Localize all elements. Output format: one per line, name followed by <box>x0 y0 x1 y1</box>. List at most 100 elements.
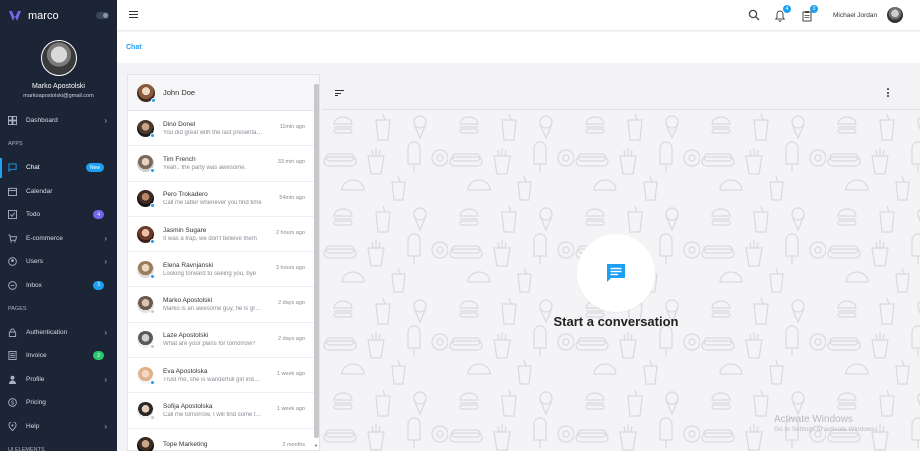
chat-timestamp: 2 months <box>282 441 305 448</box>
notifications-count-badge: 4 <box>783 5 791 13</box>
away-status-icon <box>150 309 155 315</box>
sidebar-profile: Marko Apostolski markoapostolski@gmail.c… <box>0 31 117 99</box>
sidebar-toggle[interactable] <box>96 12 109 19</box>
sidebar-item-pricing[interactable]: $ Pricing <box>0 391 117 415</box>
avatar <box>137 437 154 451</box>
top-bar: 4 3 Michael Jordan <box>117 0 920 31</box>
chevron-right-icon: › <box>104 116 107 126</box>
chat-list-item[interactable]: Laze Apostolski What are your plans for t… <box>128 323 319 359</box>
chat-last-message: You did great with the last presentation <box>163 129 263 136</box>
chat-last-message: It was a trap, we don't believe them <box>163 235 257 242</box>
chat-list-item[interactable]: Sofija Apostolska Call me tomorrow, I wil… <box>128 393 319 429</box>
notifications-button[interactable]: 4 <box>774 5 791 22</box>
chevron-right-icon: › <box>104 327 107 337</box>
online-status-icon <box>150 132 155 138</box>
chat-list-item[interactable]: Tim French Yeah.. the party was awesome. … <box>128 146 319 182</box>
chat-contact-name: Laze Apostolski <box>163 332 209 340</box>
message-icon <box>607 264 625 282</box>
avatar <box>137 366 155 385</box>
sidebar-item-help[interactable]: Help › <box>0 415 117 439</box>
chat-contact-name: Dino Donel <box>163 120 196 128</box>
chevron-right-icon: › <box>104 257 107 267</box>
more-vertical-icon[interactable] <box>887 88 890 97</box>
tasks-count-badge: 3 <box>810 5 818 13</box>
sidebar-item-users[interactable]: Users › <box>0 250 117 274</box>
avatar[interactable] <box>40 40 77 76</box>
sidebar-item-inbox[interactable]: Inbox 3 <box>0 274 117 298</box>
avatar <box>137 296 155 315</box>
avatar <box>137 119 155 138</box>
avatar <box>137 331 155 350</box>
sidebar-item-calendar[interactable]: Calendar <box>0 180 117 204</box>
away-status-icon <box>150 344 155 350</box>
chat-list-item[interactable]: Elena Ravnjanski Looking forward to seein… <box>128 252 319 288</box>
sidebar-item-chat[interactable]: Chat New <box>0 156 117 180</box>
chat-list-item[interactable]: Eva Apostolska Trust me, she is wanderful… <box>128 358 319 394</box>
invoice-icon <box>8 351 17 361</box>
chat-list-item[interactable]: Tope Marketing 2 months <box>128 429 319 451</box>
sidebar-item-dashboard[interactable]: Dashboard › <box>0 109 117 133</box>
new-badge: New <box>85 163 104 173</box>
chat-last-message: What are your plans for tomorrow? <box>163 341 256 348</box>
chat-timestamp: 1 week ago <box>276 406 305 413</box>
chat-list-item[interactable]: Marko Apostolski Marko is an awesome guy,… <box>128 287 319 323</box>
chat-timestamp: 2 days ago <box>278 335 305 342</box>
page-title: Chat <box>126 44 142 51</box>
online-status-icon <box>150 203 155 209</box>
watermark-title: Activate Windows <box>774 414 853 425</box>
chat-contact-name: Eva Apostolska <box>163 367 208 375</box>
sidebar-item-todo[interactable]: Todo 4 <box>0 203 117 227</box>
users-icon <box>8 257 17 267</box>
todo-icon <box>8 210 17 220</box>
sort-icon[interactable] <box>335 90 344 96</box>
avatar <box>137 83 156 103</box>
chat-timestamp: 1 week ago <box>276 371 305 378</box>
chat-contact-name: Elena Ravnjanski <box>163 261 214 269</box>
tasks-button[interactable]: 3 <box>801 5 818 22</box>
avatar <box>137 225 155 244</box>
chat-last-message: Looking forward to seeing you, bye <box>163 270 257 277</box>
sidebar-item-invoice[interactable]: Invoice 2 <box>0 344 117 368</box>
help-icon <box>8 421 17 431</box>
online-status-icon <box>150 167 155 173</box>
chat-icon <box>8 163 17 173</box>
sidebar-item-profile[interactable]: Profile › <box>0 368 117 392</box>
avatar <box>137 402 155 421</box>
empty-state-circle <box>577 234 655 312</box>
chat-contact-name: Jasmin Sugare <box>163 226 207 234</box>
chat-timestamp: 2 days ago <box>278 300 305 307</box>
menu-toggle-icon[interactable] <box>129 11 138 18</box>
user-name[interactable]: Michael Jordan <box>833 12 877 19</box>
profile-name: Marko Apostolski <box>32 83 85 90</box>
chat-timestamp: 3 hours ago <box>275 265 305 272</box>
chat-contact-name: Tope Marketing <box>163 441 208 449</box>
away-status-icon <box>150 415 155 421</box>
chat-list-header[interactable]: John Doe <box>128 75 319 111</box>
chat-contact-name: Marko Apostolski <box>163 297 213 305</box>
chat-contact-name: Tim French <box>163 155 196 163</box>
chat-list-item[interactable]: Pero Trokadero Call me latter whenever yo… <box>128 182 319 217</box>
section-title-ui-elements: UI ELEMENTS <box>8 446 45 451</box>
watermark-subtitle: Go to Settings to activate Windows. <box>774 426 877 433</box>
chat-list-item[interactable]: Dino Donel You did great with the last pr… <box>128 111 319 147</box>
sidebar-item-authentication[interactable]: Authentication › <box>0 321 117 345</box>
brand-name: marco <box>28 9 59 22</box>
svg-text:$: $ <box>11 401 14 407</box>
empty-state-title: Start a conversation <box>553 314 679 329</box>
chat-last-message: Call me latter whenever you find time <box>163 200 262 207</box>
avatar[interactable] <box>887 7 903 23</box>
search-icon[interactable] <box>748 9 760 21</box>
chevron-right-icon: › <box>104 233 107 243</box>
sidebar: marco Marko Apostolski markoapostolski@g… <box>0 0 117 451</box>
chat-contact-name: Sofija Apostolska <box>163 403 213 411</box>
scroll-down-arrow-icon[interactable]: ▼ <box>314 443 318 448</box>
chevron-right-icon: › <box>104 421 107 431</box>
chat-last-message: Yeah.. the party was awesome. <box>163 164 247 171</box>
dashboard-icon <box>8 116 17 126</box>
marco-logo-icon <box>9 10 21 21</box>
sidebar-item-ecommerce[interactable]: E-commerce › <box>0 227 117 251</box>
chat-items: Dino Donel You did great with the last pr… <box>128 111 319 451</box>
chat-list-item[interactable]: Jasmin Sugare It was a trap, we don't bel… <box>128 217 319 253</box>
chat-list-scrollbar[interactable] <box>314 84 319 438</box>
online-status-icon <box>150 379 155 385</box>
